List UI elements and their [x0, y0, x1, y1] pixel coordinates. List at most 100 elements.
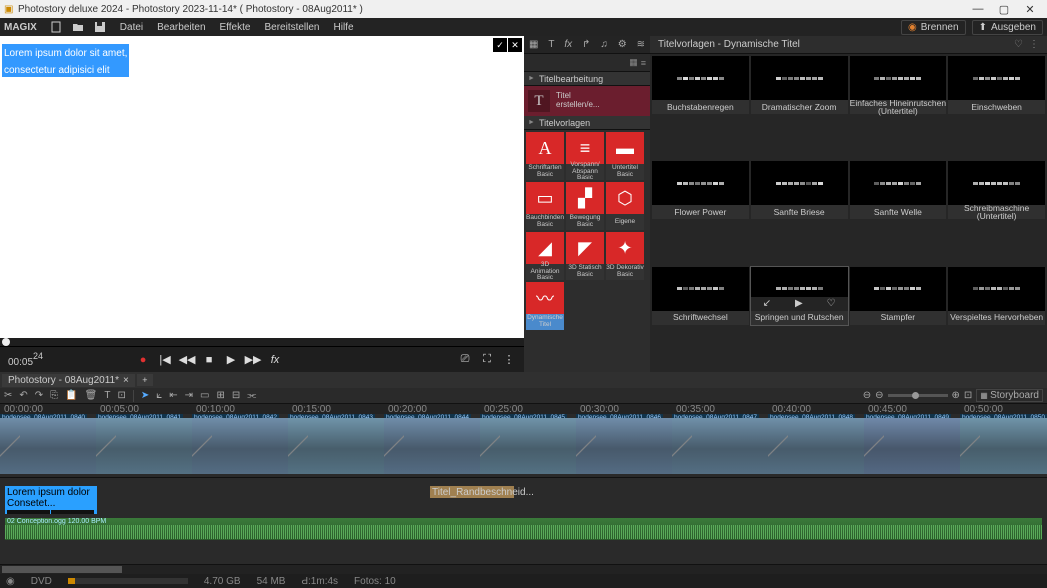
lower-tracks[interactable]: Lorem ipsum dolor Consetet... ▬▬ Titel_R… — [0, 478, 1047, 564]
grid-icon[interactable]: ▦ — [529, 39, 538, 50]
menu-bearbeiten[interactable]: Bearbeiten — [150, 22, 212, 33]
rewind-button[interactable]: ◀◀ — [180, 353, 194, 367]
section-titelvorlagen[interactable]: Titelvorlagen — [524, 116, 650, 130]
video-clip[interactable]: bodensee_08Aug2011_0843 — [288, 418, 384, 474]
title-tool-icon[interactable]: T — [104, 390, 110, 401]
fx-clip[interactable]: Titel_Randbeschneid... — [430, 486, 514, 498]
delete-icon[interactable]: 🗑 — [85, 390, 98, 401]
video-clip[interactable]: bodensee_08Aug2011_0848 — [768, 418, 864, 474]
scrub-bar[interactable] — [0, 338, 524, 346]
more-icon[interactable]: ⋮ — [502, 353, 516, 367]
video-clip[interactable]: bodensee_08Aug2011_0842 — [192, 418, 288, 474]
template-buchstabenregen[interactable]: Buchstabenregen — [652, 56, 749, 114]
template-sanfte-welle[interactable]: Sanfte Welle — [850, 161, 947, 219]
forward-button[interactable]: ▶▶ — [246, 353, 260, 367]
tile-untertitel[interactable]: ▬Untertitel Basic — [606, 132, 644, 180]
audio-track[interactable]: 02 Conception.ogg 120.00 BPM — [5, 518, 1042, 540]
video-clip[interactable]: bodensee_08Aug2011_0841 — [96, 418, 192, 474]
tile-3d-animation[interactable]: ◢3D Animation Basic — [526, 232, 564, 280]
video-clip[interactable]: bodensee_08Aug2011_0847 — [672, 418, 768, 474]
tile-bauchbinden[interactable]: ▭Bauchbinden Basic — [526, 182, 564, 230]
video-clip[interactable]: bodensee_08Aug2011_0844 — [384, 418, 480, 474]
checkmark-icon[interactable]: ✓ — [493, 38, 507, 52]
save-icon[interactable] — [91, 20, 109, 34]
stop-button[interactable]: ■ — [202, 353, 216, 367]
snap-icon[interactable]: ⊞ — [216, 390, 224, 401]
preview-canvas[interactable]: Lorem ipsum dolor sit amet, consectetur … — [0, 36, 524, 338]
zoom-slider[interactable] — [888, 394, 948, 397]
close-button[interactable]: ✕ — [1017, 3, 1043, 16]
grid-view-icon[interactable]: ▦ — [629, 57, 638, 68]
template-sanfte-briese[interactable]: Sanfte Briese — [751, 161, 848, 219]
heart-icon[interactable]: ♡ — [1014, 39, 1023, 50]
tile-dynamische[interactable]: 〰Dynamische Titel — [526, 282, 564, 330]
storyboard-toggle[interactable]: ▦ Storyboard — [976, 389, 1043, 402]
open-folder-icon[interactable] — [69, 20, 87, 34]
razor-icon[interactable]: ⟀ — [156, 390, 162, 401]
playhead-dot[interactable] — [2, 338, 10, 346]
mark-in-icon[interactable]: ⇤ — [169, 390, 177, 401]
fullscreen-icon[interactable]: ⛶ — [480, 353, 494, 367]
video-clip[interactable]: bodensee_08Aug2011_0849 — [864, 418, 960, 474]
arrow-icon[interactable]: ↱ — [582, 39, 590, 50]
menu-hilfe[interactable]: Hilfe — [327, 22, 361, 33]
crop-icon[interactable]: ⊡ — [117, 390, 125, 401]
timeline-ruler[interactable]: 00:00:0000:05:0000:10:0000:15:0000:20:00… — [0, 404, 1047, 414]
fx-icon[interactable]: fx — [564, 39, 572, 50]
video-clip[interactable]: bodensee_08Aug2011_0845 — [480, 418, 576, 474]
template-flower-power[interactable]: Flower Power — [652, 161, 749, 219]
paste-icon[interactable]: 📋 — [65, 390, 77, 401]
maximize-button[interactable]: ▢ — [991, 3, 1017, 16]
music-icon[interactable]: ♫ — [600, 39, 608, 50]
range-icon[interactable]: ▭ — [200, 390, 209, 401]
zoom-out2-icon[interactable]: ⊖ — [875, 390, 883, 401]
undo-icon[interactable]: ↶ — [19, 390, 27, 401]
title-clip[interactable]: Lorem ipsum dolor Consetet... ▬▬ — [5, 486, 97, 514]
favorite-icon[interactable]: ♡ — [827, 298, 836, 309]
selected-title-text[interactable]: Lorem ipsum dolor sit amet, consectetur … — [2, 44, 129, 77]
menu-datei[interactable]: Datei — [113, 22, 150, 33]
template-einschweben[interactable]: Einschweben — [948, 56, 1045, 114]
wave-icon[interactable]: ≋ — [637, 39, 645, 50]
export-button[interactable]: ⬆Ausgeben — [972, 20, 1043, 35]
scrollbar-thumb[interactable] — [2, 566, 122, 573]
settings-icon[interactable]: ⚙ — [618, 39, 627, 50]
minimize-button[interactable]: — — [965, 3, 991, 15]
template-springen-und-rutschen[interactable]: ↙▶♡Springen und Rutschen — [751, 267, 848, 325]
redo-icon[interactable]: ↷ — [35, 390, 43, 401]
template-dramatischer-zoom[interactable]: Dramatischer Zoom — [751, 56, 848, 114]
template-verspieltes-hervorheben[interactable]: Verspieltes Hervorheben — [948, 267, 1045, 325]
zoom-fit-icon[interactable]: ⊡ — [964, 390, 972, 401]
record-button[interactable]: ● — [136, 353, 150, 367]
zoom-out-icon[interactable]: ⊖ — [863, 390, 871, 401]
fx-button[interactable]: fx — [268, 353, 282, 367]
link-icon[interactable]: ⫘ — [247, 390, 256, 401]
apply-icon[interactable]: ↙ — [763, 298, 771, 309]
video-track[interactable]: bodensee_08Aug2011_0840bodensee_08Aug201… — [0, 414, 1047, 478]
list-view-icon[interactable]: ≡ — [641, 58, 646, 68]
template-schreibmaschine-untertitel-[interactable]: Schreibmaschine (Untertitel) — [948, 161, 1045, 219]
tile-3d-statisch[interactable]: ◤3D Statisch Basic — [566, 232, 604, 280]
skip-start-button[interactable]: |◀ — [158, 353, 172, 367]
tile-schriftarten[interactable]: ASchriftarten Basic — [526, 132, 564, 180]
video-clip[interactable]: bodensee_08Aug2011_0846 — [576, 418, 672, 474]
tab-add-button[interactable]: + — [137, 374, 153, 386]
copy-icon[interactable]: ⎘ — [50, 390, 58, 401]
tile-vorspann[interactable]: ≡Vorspann/ Abspann Basic — [566, 132, 604, 180]
template-einfaches-hineinrutschen-untertitel-[interactable]: Einfaches Hineinrutschen (Untertitel) — [850, 56, 947, 114]
title-create-button[interactable]: T Titel erstellen/e... — [524, 86, 650, 116]
mark-out-icon[interactable]: ⇥ — [185, 390, 193, 401]
template-stampfer[interactable]: Stampfer — [850, 267, 947, 325]
more-options-icon[interactable]: ⋮ — [1029, 39, 1039, 50]
template-schriftwechsel[interactable]: Schriftwechsel — [652, 267, 749, 325]
text-tool-icon[interactable]: T — [548, 39, 554, 50]
cast-icon[interactable]: ⎚ — [458, 353, 472, 367]
pointer-tool-icon[interactable]: ➤ — [141, 390, 149, 401]
group-icon[interactable]: ⊟ — [232, 390, 240, 401]
play-button[interactable]: ▶ — [224, 353, 238, 367]
video-clip[interactable]: bodensee_08Aug2011_0840 — [0, 418, 96, 474]
section-titelbearbeitung[interactable]: Titelbearbeitung — [524, 72, 650, 86]
tile-eigene[interactable]: ⬡Eigene — [606, 182, 644, 230]
cancel-icon[interactable]: ✕ — [508, 38, 522, 52]
menu-bereitstellen[interactable]: Bereitstellen — [257, 22, 326, 33]
